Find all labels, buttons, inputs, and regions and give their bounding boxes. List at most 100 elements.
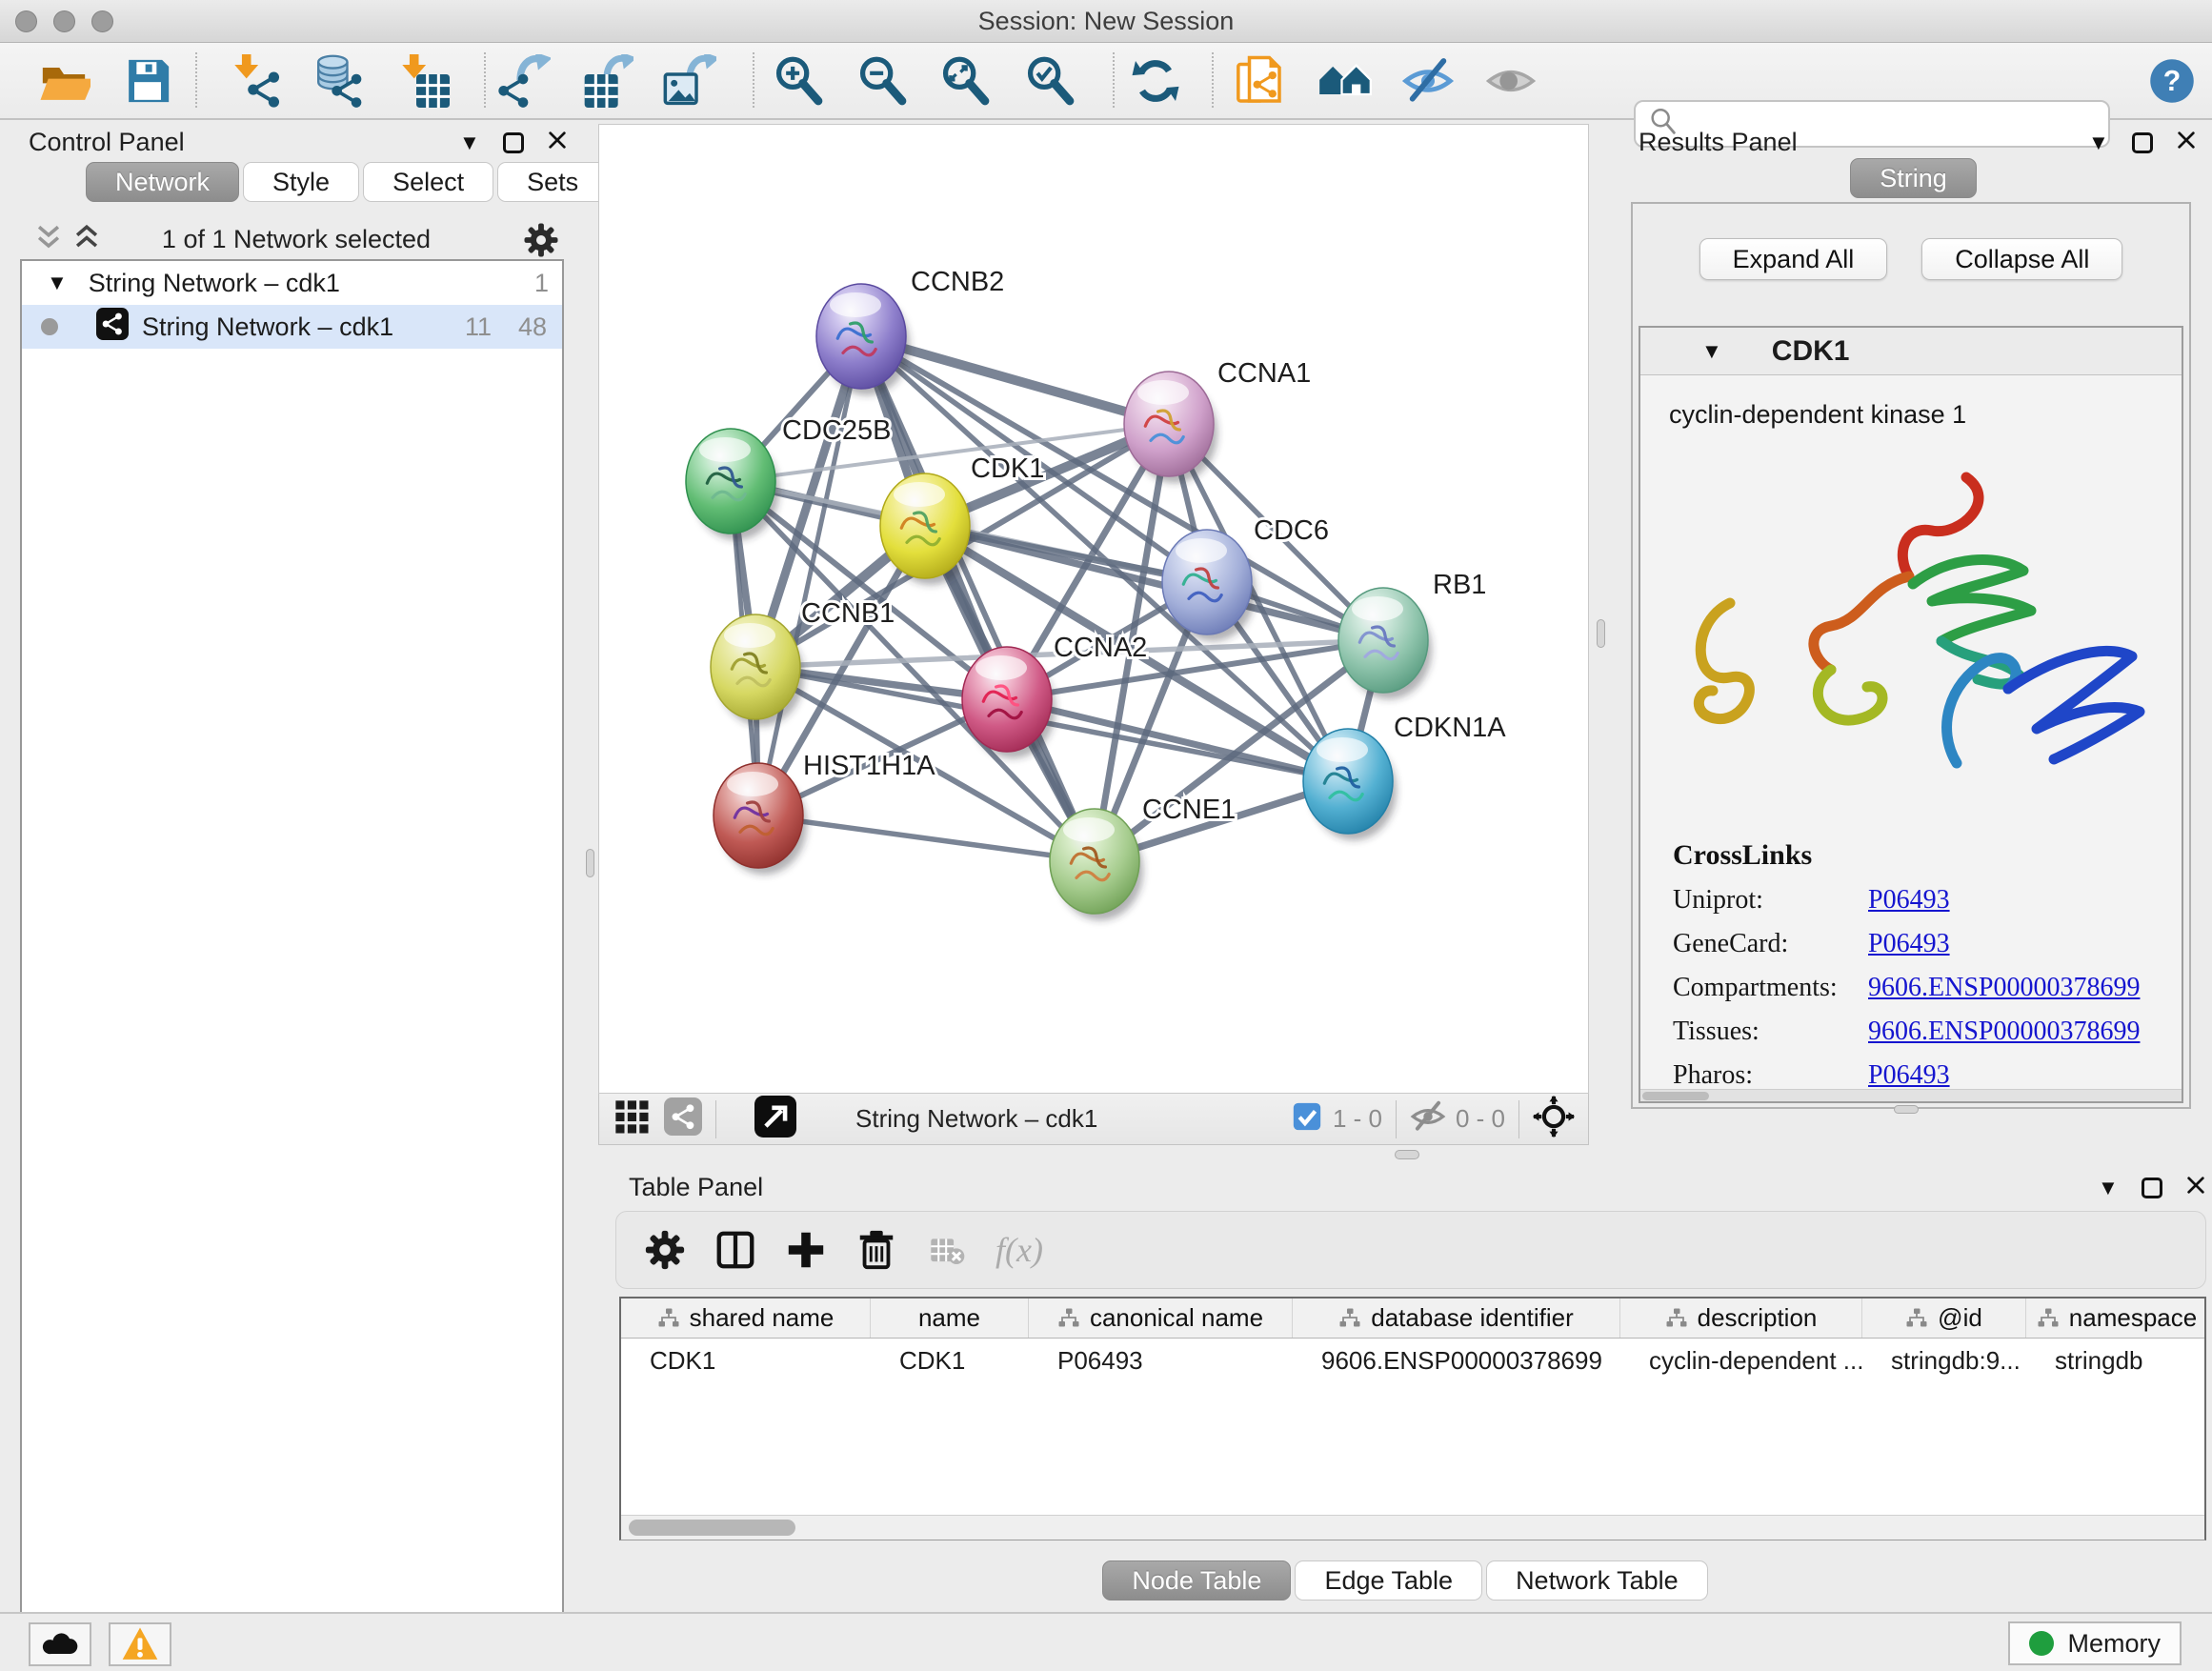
export-network-button[interactable] bbox=[490, 48, 558, 114]
toolbar-separator bbox=[753, 52, 754, 108]
left-splitter-handle[interactable] bbox=[586, 849, 594, 877]
tab-select[interactable]: Select bbox=[363, 162, 493, 202]
zoom-in-button[interactable] bbox=[764, 48, 833, 114]
node-CDK1[interactable] bbox=[880, 473, 974, 585]
table-cell[interactable]: CDK1 bbox=[621, 1339, 871, 1382]
node-HIST1H1A[interactable] bbox=[714, 763, 807, 875]
tab-edge-table[interactable]: Edge Table bbox=[1295, 1560, 1482, 1601]
control-panel-title: Control Panel bbox=[29, 128, 185, 157]
node-CDKN1A[interactable] bbox=[1303, 729, 1397, 840]
panel-maximize-icon[interactable] bbox=[503, 132, 524, 153]
node-CCNA2[interactable] bbox=[962, 647, 1056, 758]
tab-sets[interactable]: Sets bbox=[497, 162, 608, 202]
import-network-file-button[interactable] bbox=[221, 48, 290, 114]
collapse-all-button[interactable]: Collapse All bbox=[1921, 238, 2122, 280]
edge-HIST1H1A-CCNE1[interactable] bbox=[758, 815, 1095, 861]
node-label-CDC25B: CDC25B bbox=[782, 415, 891, 446]
panel-close-icon[interactable] bbox=[2185, 1175, 2206, 1200]
zoom-fit-button[interactable] bbox=[931, 48, 999, 114]
edge-CCNB2-CCNE1[interactable] bbox=[861, 336, 1095, 861]
node-CCNB2[interactable] bbox=[816, 284, 910, 395]
node-details-header[interactable]: ▼ CDK1 bbox=[1640, 328, 2182, 375]
tab-network[interactable]: Network bbox=[86, 162, 239, 202]
save-session-button[interactable] bbox=[113, 48, 182, 114]
panel-float-icon[interactable]: ▼ bbox=[2098, 1176, 2119, 1200]
column-header-canonical-name[interactable]: canonical name bbox=[1029, 1299, 1293, 1338]
column-header-name[interactable]: name bbox=[871, 1299, 1029, 1338]
table-cell[interactable]: P06493 bbox=[1029, 1339, 1293, 1382]
table-cell[interactable]: CDK1 bbox=[871, 1339, 1029, 1382]
grid-view-icon[interactable] bbox=[613, 1097, 651, 1140]
tab-style[interactable]: Style bbox=[243, 162, 359, 202]
expand-all-button[interactable]: Expand All bbox=[1699, 238, 1888, 280]
column-header-@id[interactable]: @id bbox=[1862, 1299, 2026, 1338]
crosslink-link[interactable]: P06493 bbox=[1868, 885, 1950, 916]
crosslink-link[interactable]: P06493 bbox=[1868, 1060, 1950, 1091]
table-hscrollbar[interactable] bbox=[621, 1515, 2204, 1540]
export-image-button[interactable] bbox=[655, 48, 724, 114]
fit-selected-icon[interactable] bbox=[1533, 1096, 1575, 1142]
network-collection-row[interactable]: ▼ String Network – cdk1 1 bbox=[22, 261, 562, 305]
results-scrollbar[interactable] bbox=[1640, 1089, 2182, 1101]
crosslink-link[interactable]: 9606.ENSP00000378699 bbox=[1868, 1017, 2140, 1047]
panel-close-icon[interactable] bbox=[547, 130, 568, 155]
panel-float-icon[interactable]: ▼ bbox=[459, 131, 480, 155]
node-table[interactable]: shared namenamecanonical namedatabase id… bbox=[619, 1297, 2206, 1540]
network-canvas[interactable]: CCNB2CCNA1CDC25BCDK1CDC6RB1CCNB1CCNA2CDK… bbox=[598, 124, 1589, 1094]
network-options-gear-icon[interactable] bbox=[522, 221, 560, 264]
hide-panel-button[interactable] bbox=[1394, 48, 1462, 114]
show-columns-icon[interactable] bbox=[700, 1221, 771, 1278]
export-table-button[interactable] bbox=[573, 48, 641, 114]
panel-maximize-icon[interactable] bbox=[2132, 132, 2153, 153]
tree-caret-icon[interactable]: ▼ bbox=[47, 271, 68, 295]
create-column-icon[interactable] bbox=[771, 1221, 841, 1278]
results-splitter-handle[interactable] bbox=[1894, 1105, 1919, 1114]
tab-string[interactable]: String bbox=[1850, 158, 1977, 198]
network-status-dot bbox=[41, 318, 58, 335]
cloud-status-button[interactable] bbox=[29, 1622, 91, 1666]
horizontal-splitter-handle[interactable] bbox=[1395, 1150, 1419, 1159]
node-RB1[interactable] bbox=[1338, 588, 1432, 699]
column-header-description[interactable]: description bbox=[1620, 1299, 1862, 1338]
table-cell[interactable]: stringdb bbox=[2026, 1339, 2206, 1382]
table-row[interactable]: CDK1CDK1P064939606.ENSP00000378699cyclin… bbox=[621, 1339, 2204, 1382]
column-header-database-identifier[interactable]: database identifier bbox=[1293, 1299, 1620, 1338]
collapse-caret-icon[interactable]: ▼ bbox=[1701, 339, 1722, 364]
selected-checkbox-icon[interactable] bbox=[1291, 1100, 1323, 1137]
table-cell[interactable]: 9606.ENSP00000378699 bbox=[1293, 1339, 1620, 1382]
table-cell[interactable]: stringdb:9... bbox=[1862, 1339, 2026, 1382]
panel-float-icon[interactable]: ▼ bbox=[2088, 131, 2109, 155]
refresh-view-button[interactable] bbox=[1121, 48, 1190, 114]
panel-close-icon[interactable] bbox=[2176, 130, 2197, 155]
zoom-selected-button[interactable] bbox=[1016, 48, 1084, 114]
memory-button[interactable]: Memory bbox=[2008, 1621, 2182, 1665]
edge-CCNB2-HIST1H1A[interactable] bbox=[758, 336, 861, 815]
help-button[interactable]: ? bbox=[2138, 48, 2206, 114]
right-splitter-handle[interactable] bbox=[1597, 619, 1605, 648]
column-header-namespace[interactable]: namespace bbox=[2026, 1299, 2206, 1338]
tab-network-table[interactable]: Network Table bbox=[1486, 1560, 1708, 1601]
tab-node-table[interactable]: Node Table bbox=[1102, 1560, 1291, 1601]
table-cell[interactable]: cyclin-dependent ... bbox=[1620, 1339, 1862, 1382]
import-network-database-button[interactable] bbox=[303, 48, 372, 114]
node-CCNA1[interactable] bbox=[1124, 372, 1217, 483]
birds-eye-view-icon[interactable] bbox=[754, 1096, 796, 1142]
crosslink-label: Compartments: bbox=[1673, 973, 1868, 1003]
duplicate-network-button[interactable] bbox=[1225, 48, 1294, 114]
show-all-panels-button[interactable] bbox=[1311, 48, 1379, 114]
network-overview-icon[interactable] bbox=[664, 1097, 702, 1140]
node-CCNE1[interactable] bbox=[1050, 809, 1143, 920]
column-header-shared-name[interactable]: shared name bbox=[621, 1299, 871, 1338]
node-CCNB1[interactable] bbox=[711, 614, 804, 726]
table-options-gear-icon[interactable] bbox=[630, 1221, 700, 1278]
open-session-button[interactable] bbox=[30, 48, 98, 114]
delete-column-icon[interactable] bbox=[841, 1221, 912, 1278]
crosslink-link[interactable]: P06493 bbox=[1868, 929, 1950, 959]
network-graph[interactable]: CCNB2CCNA1CDC25BCDK1CDC6RB1CCNB1CCNA2CDK… bbox=[599, 125, 1588, 1093]
crosslink-link[interactable]: 9606.ENSP00000378699 bbox=[1868, 973, 2140, 1003]
warnings-button[interactable] bbox=[109, 1622, 171, 1666]
network-row[interactable]: String Network – cdk1 11 48 bbox=[22, 305, 562, 349]
zoom-out-button[interactable] bbox=[848, 48, 916, 114]
import-table-file-button[interactable] bbox=[389, 48, 457, 114]
panel-maximize-icon[interactable] bbox=[2142, 1178, 2162, 1198]
